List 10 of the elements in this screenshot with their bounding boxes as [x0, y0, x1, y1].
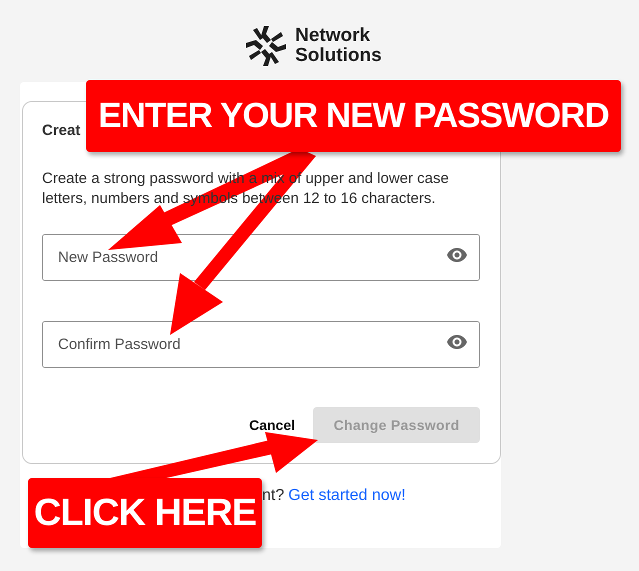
password-field[interactable]: Confirm Password [42, 321, 480, 368]
logo-icon [245, 24, 288, 68]
footer-text: nt? [262, 486, 284, 506]
cancel-link[interactable]: Cancel [249, 414, 295, 436]
eye-icon[interactable] [446, 247, 468, 263]
signup-link[interactable]: Get started now! [288, 484, 406, 508]
brand-name: Network Solutions [295, 26, 383, 66]
eye-icon[interactable] [446, 334, 468, 350]
card-title: Creat [42, 122, 82, 140]
password-field[interactable]: New Password [42, 234, 480, 281]
